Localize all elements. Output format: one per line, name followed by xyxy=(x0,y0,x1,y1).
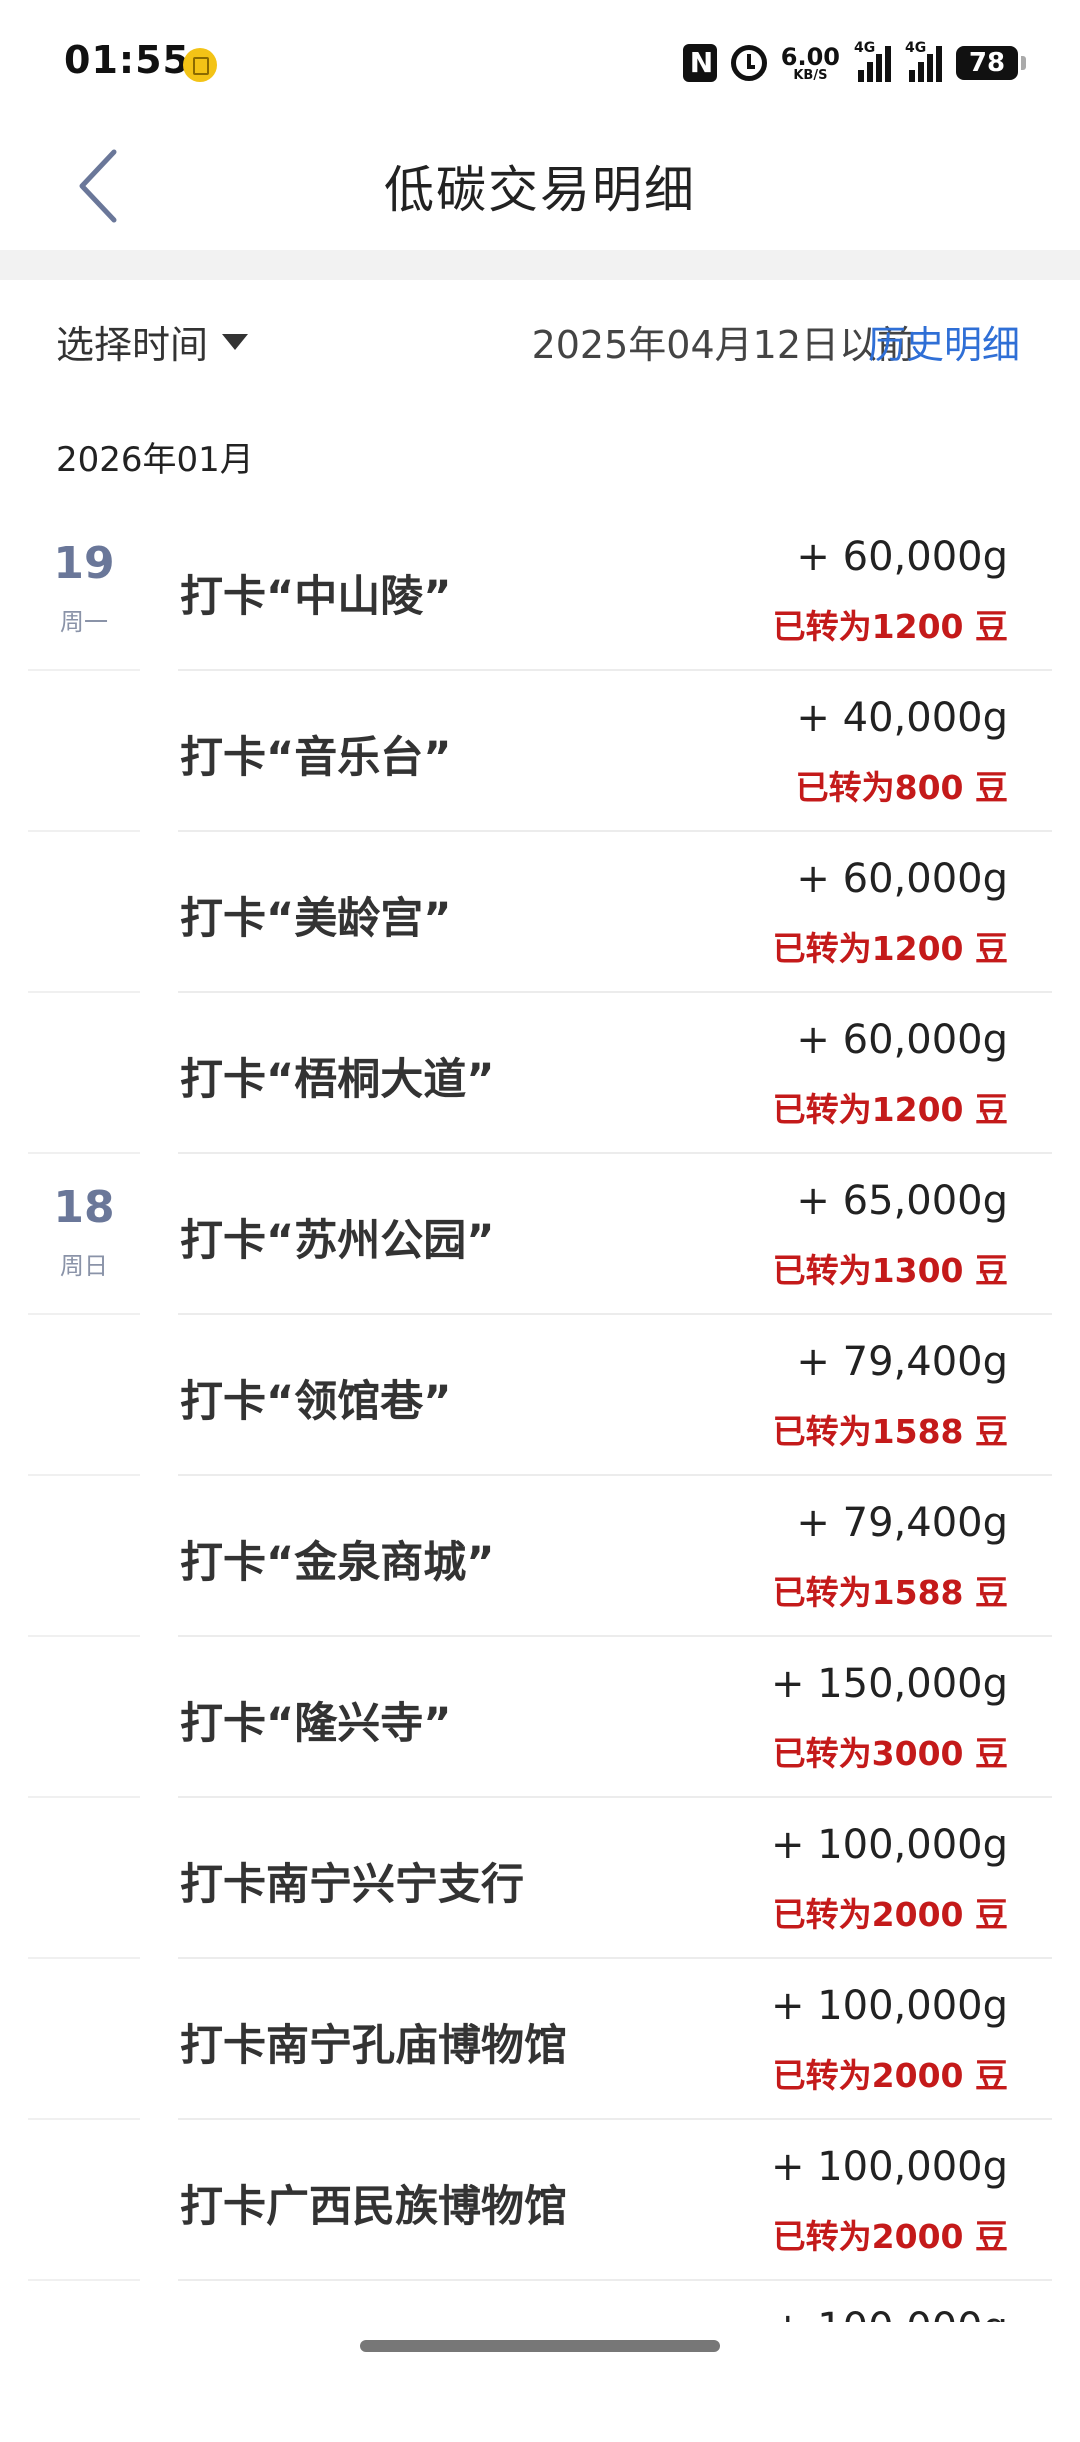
date-column: 19 周一 xyxy=(28,510,140,671)
record-title: 打卡“苏州公园” xyxy=(180,1216,495,1266)
history-date-note: 2025年04月12日以前 xyxy=(531,323,915,367)
record-amount: + 79,400g xyxy=(796,1500,1008,1546)
record-amount: + 100,000g xyxy=(770,2144,1008,2190)
nfc-icon xyxy=(682,44,717,82)
network-speed: 6.00 KB/S xyxy=(781,45,840,82)
network-speed-value: 6.00 xyxy=(780,42,840,71)
record-title: 打卡广西民族博物馆 xyxy=(180,2182,567,2232)
signal-icon: 4G xyxy=(854,40,891,82)
history-detail-link[interactable]: 历史明细 xyxy=(868,314,1020,369)
date-column xyxy=(28,2120,140,2281)
record-title: 打卡南宁兴宁支行 xyxy=(180,1860,524,1910)
date-column xyxy=(28,1637,140,1798)
list-item[interactable]: 打卡南宁孔庙博物馆 + 100,000g 已转为2000 豆 xyxy=(0,1959,1080,2120)
record-converted: 已转为1200 豆 xyxy=(772,1090,1008,1129)
record-converted: 已转为1200 豆 xyxy=(772,929,1008,968)
record-amount: + 60,000g xyxy=(796,534,1008,580)
weekday-label: 周一 xyxy=(60,608,108,636)
weekday-label: 周日 xyxy=(60,1252,108,1280)
record-amount: + 150,000g xyxy=(770,1661,1008,1707)
date-column xyxy=(28,1315,140,1476)
signal-icon: 4G xyxy=(905,40,942,82)
record-converted: 已转为2000 豆 xyxy=(772,1895,1008,1934)
record-amount: + 100,000g xyxy=(770,1983,1008,2029)
record-amount: + 60,000g xyxy=(796,856,1008,902)
day-number: 18 xyxy=(53,1182,115,1233)
record-title: 打卡南宁孔庙博物馆 xyxy=(180,2021,567,2071)
date-column xyxy=(28,1959,140,2120)
caret-down-icon xyxy=(222,333,249,350)
status-icons: 6.00 KB/S 4G 4G 78 xyxy=(682,40,1026,86)
date-column xyxy=(28,832,140,993)
select-time-label: 选择时间 xyxy=(56,323,209,367)
list-item[interactable]: 打卡广西民族博物馆 + 100,000g 已转为2000 豆 xyxy=(0,2120,1080,2281)
filter-row: 选择时间 2025年04月12日以前 历史明细 xyxy=(0,300,1080,380)
status-time: 01:55 xyxy=(64,38,190,82)
record-amount: + 60,000g xyxy=(796,1017,1008,1063)
record-converted: 已转为2000 豆 xyxy=(772,2217,1008,2256)
select-time-dropdown[interactable]: 选择时间 xyxy=(56,314,249,369)
date-column: 18 周日 xyxy=(28,1154,140,1315)
list-item[interactable]: 打卡南宁兴宁支行 + 100,000g 已转为2000 豆 xyxy=(0,1798,1080,1959)
alarm-icon xyxy=(730,45,767,81)
record-title: 打卡“领馆巷” xyxy=(180,1377,452,1427)
list-item[interactable]: 打卡“美龄宫” + 60,000g 已转为1200 豆 xyxy=(0,832,1080,993)
record-title: 打卡“隆兴寺” xyxy=(180,1699,452,1749)
record-title: 打卡“金泉商城” xyxy=(180,1538,495,1588)
record-title: 打卡“中山陵” xyxy=(180,572,452,622)
list-item[interactable]: 18 周日 打卡“苏州公园” + 65,000g 已转为1300 豆 xyxy=(0,1154,1080,1315)
list-item[interactable]: 打卡“隆兴寺” + 150,000g 已转为3000 豆 xyxy=(0,1637,1080,1798)
list-item[interactable]: 打卡“金泉商城” + 79,400g 已转为1588 豆 xyxy=(0,1476,1080,1637)
list-item[interactable]: 19 周一 打卡“中山陵” + 60,000g 已转为1200 豆 xyxy=(0,510,1080,671)
date-column xyxy=(28,1798,140,1959)
transaction-list: 19 周一 打卡“中山陵” + 60,000g 已转为1200 豆 打卡“音乐台… xyxy=(0,510,1080,2442)
page-title: 低碳交易明细 xyxy=(384,161,696,219)
record-converted: 已转为3000 豆 xyxy=(772,1734,1008,1773)
battery-icon: 78 xyxy=(956,46,1026,80)
record-title: 打卡“梧桐大道” xyxy=(180,1055,495,1105)
home-indicator[interactable] xyxy=(360,2340,720,2352)
network-speed-unit: KB/S xyxy=(793,67,828,83)
record-amount: + 100,000g xyxy=(770,1822,1008,1868)
sim1-label: 4G xyxy=(854,40,876,56)
record-converted: 已转为1300 豆 xyxy=(772,1251,1008,1290)
list-item[interactable]: 打卡“音乐台” + 40,000g 已转为800 豆 xyxy=(0,671,1080,832)
date-column xyxy=(28,993,140,1154)
month-header: 2026年01月 xyxy=(56,440,254,480)
record-converted: 已转为1200 豆 xyxy=(772,607,1008,646)
record-amount: + 79,400g xyxy=(796,1339,1008,1385)
record-amount: + 65,000g xyxy=(796,1178,1008,1224)
day-number: 19 xyxy=(53,538,115,589)
record-converted: 已转为2000 豆 xyxy=(772,2056,1008,2095)
sim2-label: 4G xyxy=(905,40,927,56)
record-converted: 已转为1588 豆 xyxy=(772,1412,1008,1451)
section-divider xyxy=(0,250,1080,280)
notification-app-icon xyxy=(183,48,217,82)
record-converted: 已转为1588 豆 xyxy=(772,1573,1008,1612)
date-column xyxy=(28,1476,140,1637)
app-header: 低碳交易明细 xyxy=(0,130,1080,250)
date-column xyxy=(28,671,140,832)
list-item[interactable]: 打卡“梧桐大道” + 60,000g 已转为1200 豆 xyxy=(0,993,1080,1154)
status-bar: 01:55 6.00 KB/S 4G 4G 78 xyxy=(0,0,1080,130)
record-amount: + 40,000g xyxy=(796,695,1008,741)
record-title: 打卡“音乐台” xyxy=(180,733,452,783)
record-title: 打卡“美龄宫” xyxy=(180,894,452,944)
record-converted: 已转为800 豆 xyxy=(795,768,1008,807)
list-item[interactable]: 打卡“领馆巷” + 79,400g 已转为1588 豆 xyxy=(0,1315,1080,1476)
